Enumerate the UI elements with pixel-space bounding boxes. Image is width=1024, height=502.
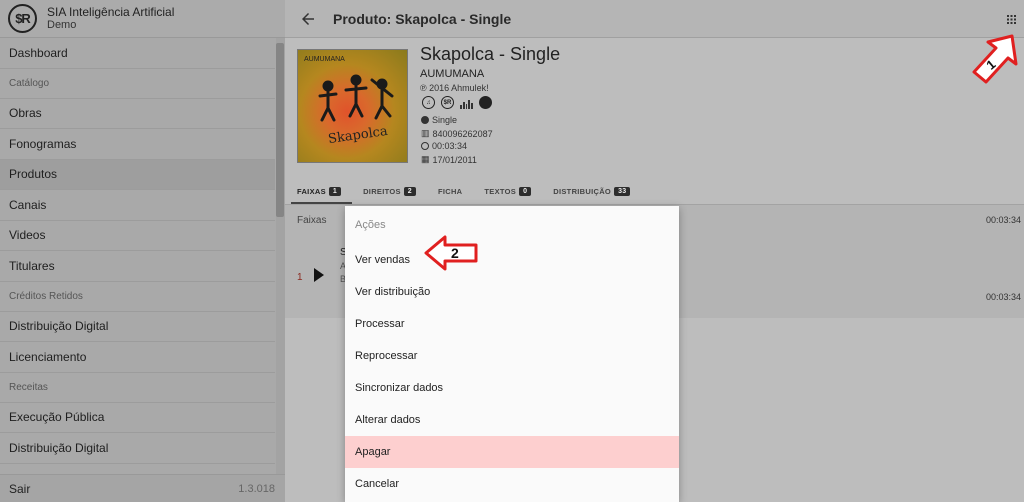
menu-item-ver-distribuição[interactable]: Ver distribuição: [345, 276, 679, 308]
tab-distribuição[interactable]: DISTRIBUIÇÃO 33: [553, 186, 631, 196]
app-subtitle: Demo: [47, 18, 77, 31]
product-barcode: ▥ 840096262087: [421, 128, 493, 139]
menu-item-ver-vendas[interactable]: Ver vendas: [345, 244, 679, 276]
cover-figures-icon: [318, 74, 394, 122]
track-number: 1: [297, 272, 303, 283]
spotify-icon[interactable]: [479, 96, 492, 109]
actions-menu: Ações Ver vendas Ver distribuição Processa…: [345, 206, 679, 502]
annotation-arrow-2: 2: [424, 235, 478, 271]
product-artist: AUMUMANA: [420, 68, 485, 80]
track-duration: 00:03:34: [985, 292, 1021, 302]
barcode-icon: ▥: [421, 128, 430, 138]
page-title: Produto: Skapolca - Single: [333, 10, 512, 27]
calendar-icon: ▦: [421, 154, 430, 164]
menu-item-cancelar[interactable]: Cancelar: [345, 468, 679, 500]
tab-textos[interactable]: TEXTOS 0: [484, 186, 532, 196]
annotation-arrow-1: 1: [972, 34, 1018, 84]
menu-item-processar[interactable]: Processar: [345, 308, 679, 340]
album-cover: AUMUMANA Skapolca: [297, 49, 408, 163]
menu-item-sincronizar-dados[interactable]: Sincronizar dados: [345, 372, 679, 404]
back-arrow-icon[interactable]: [299, 10, 317, 28]
sidebar-header: $R SIA Inteligência Artificial Demo: [0, 0, 285, 38]
apps-grid-icon[interactable]: [1007, 15, 1016, 24]
sidebar-item[interactable]: Produtos: [0, 159, 275, 190]
disc-icon: [421, 116, 429, 124]
product-tabs: FAIXAS 1 DIREITOS 2 FICHA TEXTOS 0 DISTRIBUIÇÃO…: [285, 178, 1024, 205]
app-version: 1.3.018: [238, 482, 275, 495]
tab-label: TEXTOS: [484, 186, 517, 196]
sidebar-item[interactable]: Obras: [0, 99, 275, 129]
tab-ficha[interactable]: FICHA: [438, 187, 462, 196]
tracks-total-duration: 00:03:34: [985, 215, 1021, 225]
app-title: SIA Inteligência Artificial: [47, 4, 175, 19]
tab-count-badge: 2: [403, 186, 416, 196]
tab-faixas[interactable]: FAIXAS 1: [297, 186, 342, 196]
app-logo: $R: [8, 4, 37, 33]
product-duration: 00:03:34: [421, 141, 467, 151]
music-note-icon[interactable]: ♫: [422, 96, 435, 109]
tab-label: FICHA: [437, 186, 463, 196]
sr-logo-icon[interactable]: $R: [441, 96, 454, 109]
sidebar-item[interactable]: Distribuição Digital: [0, 433, 275, 464]
sidebar-section-label: Créditos Retidos: [0, 282, 275, 312]
product-copyright: ℗ 2016 Ahmulek!: [420, 83, 489, 93]
sidebar-nav: Dashboard Catálogo Obras Fonogramas Produtos…: [0, 38, 275, 464]
top-bar: Produto: Skapolca - Single: [285, 0, 1024, 38]
tab-count-badge: 0: [519, 186, 532, 196]
deezer-icon[interactable]: [460, 96, 473, 109]
logout-button[interactable]: Sair: [9, 482, 30, 496]
sidebar-item[interactable]: Distribuição Digital: [0, 312, 275, 342]
actions-menu-header: Ações: [355, 219, 386, 231]
sidebar-item[interactable]: Titulares: [0, 251, 275, 282]
tab-label: FAIXAS: [297, 186, 326, 196]
tab-label: DISTRIBUIÇÃO: [553, 186, 612, 196]
play-icon[interactable]: [314, 268, 324, 282]
tab-direitos[interactable]: DIREITOS 2: [363, 186, 416, 196]
sidebar-item[interactable]: Execução Pública: [0, 403, 275, 433]
menu-item-apagar[interactable]: Apagar: [345, 436, 679, 468]
sidebar-section-label: Catálogo: [0, 69, 275, 99]
sidebar-item[interactable]: Dashboard: [0, 38, 275, 69]
product-name: Skapolca - Single: [420, 44, 561, 64]
tab-label: DIREITOS: [363, 186, 401, 196]
active-tab-indicator: [291, 202, 352, 204]
menu-item-alterar-dados[interactable]: Alterar dados: [345, 404, 679, 436]
sidebar-item[interactable]: Canais: [0, 190, 275, 221]
product-date: ▦ 17/01/2011: [421, 154, 477, 165]
tracks-header: Faixas: [297, 215, 327, 226]
clock-icon: [421, 142, 429, 150]
sidebar-footer: Sair 1.3.018: [0, 474, 285, 502]
tab-count-badge: 1: [328, 186, 342, 196]
annotation-2-label: 2: [451, 245, 459, 261]
sidebar-item[interactable]: Videos: [0, 221, 275, 251]
platform-icons: ♫ $R: [422, 96, 492, 109]
product-type: Single: [421, 115, 457, 125]
sidebar: $R SIA Inteligência Artificial Demo Dash…: [0, 0, 285, 502]
tab-count-badge: 33: [614, 186, 631, 196]
sidebar-item[interactable]: Licenciamento: [0, 342, 275, 373]
sidebar-scrollbar-thumb[interactable]: [276, 43, 284, 217]
sidebar-item[interactable]: Fonogramas: [0, 129, 275, 160]
menu-item-reprocessar[interactable]: Reprocessar: [345, 340, 679, 372]
sidebar-section-label: Receitas: [0, 373, 275, 403]
